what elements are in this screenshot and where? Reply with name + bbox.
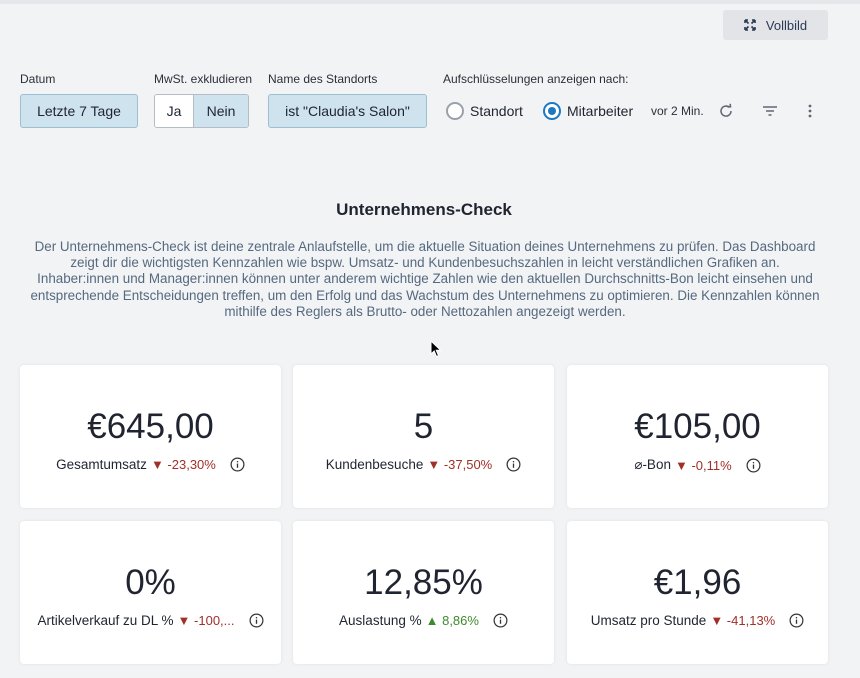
vat-option-nein[interactable]: Nein [194, 95, 248, 127]
kpi-value: 0% [125, 563, 176, 602]
kpi-change: ▼ -41,13% [710, 613, 776, 628]
fullscreen-label: Vollbild [765, 17, 808, 33]
info-icon[interactable] [746, 458, 761, 473]
kpi-label: Auslastung % [339, 613, 422, 628]
kpi-card-gesamtumsatz: €645,00 Gesamtumsatz ▼ -23,30% [20, 365, 281, 508]
radio-standort-label: Standort [470, 103, 523, 119]
info-icon[interactable] [230, 457, 245, 472]
kpi-label: Gesamtumsatz [56, 457, 147, 472]
kpi-value: 5 [413, 407, 434, 446]
page-description: Der Unternehmens-Check ist deine zentral… [30, 239, 820, 319]
kpi-card-umsatz-pro-stunde: €1,96 Umsatz pro Stunde ▼ -41,13% [567, 521, 828, 664]
kpi-value: 12,85% [364, 563, 483, 602]
kpi-meta: Kundenbesuche ▼ -37,50% [293, 457, 554, 472]
kpi-card-bon: €105,00 ⌀-Bon ▼ -0,11% [567, 365, 828, 508]
kpi-meta: Gesamtumsatz ▼ -23,30% [20, 457, 281, 472]
kpi-card-kundenbesuche: 5 Kundenbesuche ▼ -37,50% [293, 365, 554, 508]
kpi-card-artikelverkauf: 0% Artikelverkauf zu DL % ▼ -100,... [20, 521, 281, 664]
refresh-icon [720, 103, 732, 117]
kpi-change: ▼ -23,30% [150, 457, 216, 472]
kpi-label: Artikelverkauf zu DL % [37, 613, 174, 628]
location-filter-label: Name des Standorts [268, 72, 378, 86]
fullscreen-button[interactable]: Vollbild [723, 10, 828, 40]
top-border [0, 0, 860, 4]
radio-mitarbeiter-label: Mitarbeiter [567, 103, 634, 119]
kpi-label: Umsatz pro Stunde [590, 613, 707, 628]
date-filter-label: Datum [20, 72, 56, 86]
kpi-meta: Artikelverkauf zu DL % ▼ -100,... [20, 613, 281, 628]
kpi-change: ▲ 8,86% [425, 613, 479, 628]
breakdown-label: Aufschlüsselungen anzeigen nach: [443, 72, 629, 86]
filter-button[interactable] [761, 102, 779, 120]
kpi-meta: Auslastung % ▲ 8,86% [293, 613, 554, 628]
vat-filter-label: MwSt. exkludieren [154, 72, 253, 86]
info-icon[interactable] [789, 613, 804, 628]
mouse-cursor-icon [430, 340, 442, 358]
kpi-change: ▼ -100,... [177, 613, 235, 628]
expand-icon [744, 19, 756, 31]
filter-bar: Datum Letzte 7 Tage MwSt. exkludieren Ja… [20, 72, 840, 132]
vat-toggle: Ja Nein [154, 94, 249, 128]
radio-button [446, 102, 464, 120]
radio-mitarbeiter[interactable]: Mitarbeiter [543, 102, 633, 120]
location-filter-button[interactable]: ist "Claudia's Salon" [268, 94, 427, 128]
kpi-change: ▼ -37,50% [427, 457, 493, 472]
kpi-value: €105,00 [634, 407, 761, 446]
kpi-value: €1,96 [653, 563, 742, 602]
kpi-meta: ⌀-Bon ▼ -0,11% [567, 457, 828, 473]
page-title: Unternehmens-Check [336, 200, 512, 219]
info-icon[interactable] [249, 613, 264, 628]
date-filter-button[interactable]: Letzte 7 Tage [20, 94, 138, 128]
refresh-button[interactable] [717, 102, 735, 120]
more-options-button[interactable] [801, 102, 819, 120]
info-icon[interactable] [493, 613, 508, 628]
last-updated-text: vor 2 Min. [651, 104, 704, 118]
kpi-label: Kundenbesuche [325, 457, 424, 472]
kpi-meta: Umsatz pro Stunde ▼ -41,13% [567, 613, 828, 628]
info-icon[interactable] [506, 457, 521, 472]
more-vertical-icon [808, 104, 812, 118]
vat-option-ja[interactable]: Ja [155, 95, 194, 127]
kpi-change: ▼ -0,11% [674, 457, 732, 473]
radio-button-selected [543, 102, 561, 120]
kpi-card-auslastung: 12,85% Auslastung % ▲ 8,86% [293, 521, 554, 664]
kpi-value: €645,00 [87, 407, 214, 446]
filter-icon [763, 106, 777, 116]
radio-standort[interactable]: Standort [446, 102, 523, 120]
kpi-label: ⌀-Bon [634, 457, 671, 472]
